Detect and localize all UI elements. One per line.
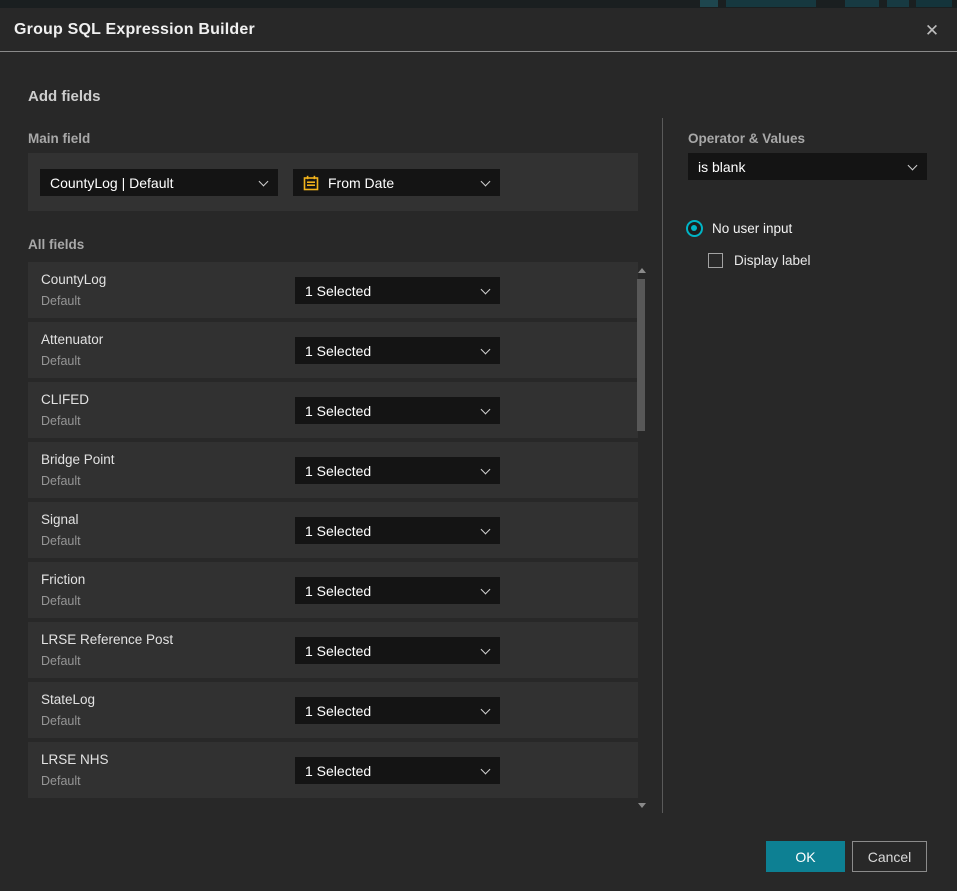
ok-button[interactable]: OK (766, 841, 845, 872)
operator-values-label: Operator & Values (688, 131, 805, 146)
dialog-footer: OK Cancel (0, 833, 957, 881)
field-name: LRSE NHS (41, 752, 109, 767)
field-selected-dropdown[interactable]: 1 Selected (295, 517, 500, 544)
field-name: CLIFED (41, 392, 89, 407)
field-subtype: Default (41, 534, 81, 548)
field-selected-value: 1 Selected (305, 583, 371, 599)
field-row: LRSE Reference Post Default 1 Selected (28, 622, 638, 678)
chevron-down-icon (481, 464, 491, 474)
scroll-up-icon[interactable] (638, 268, 646, 273)
background-app-fragment (700, 0, 718, 7)
field-selected-value: 1 Selected (305, 343, 371, 359)
group-sql-expression-builder-dialog: Group SQL Expression Builder ✕ Add field… (0, 8, 957, 891)
field-row: LRSE NHS Default 1 Selected (28, 742, 638, 798)
chevron-down-icon (481, 704, 491, 714)
field-selected-value: 1 Selected (305, 523, 371, 539)
field-name: Bridge Point (41, 452, 115, 467)
field-name: Friction (41, 572, 85, 587)
field-row: CLIFED Default 1 Selected (28, 382, 638, 438)
field-subtype: Default (41, 714, 81, 728)
field-name: CountyLog (41, 272, 106, 287)
field-subtype: Default (41, 354, 81, 368)
field-row: Attenuator Default 1 Selected (28, 322, 638, 378)
checkbox-label: Display label (734, 253, 811, 268)
field-subtype: Default (41, 594, 81, 608)
field-subtype: Default (41, 654, 81, 668)
chevron-down-icon (481, 404, 491, 414)
radio-icon (686, 220, 703, 237)
field-subtype: Default (41, 294, 81, 308)
field-selected-dropdown[interactable]: 1 Selected (295, 757, 500, 784)
field-selected-dropdown[interactable]: 1 Selected (295, 697, 500, 724)
chevron-down-icon (481, 524, 491, 534)
chevron-down-icon (481, 644, 491, 654)
main-field-panel: CountyLog | Default From Date (28, 153, 638, 211)
background-app-fragment (916, 0, 952, 7)
field-selected-dropdown[interactable]: 1 Selected (295, 337, 500, 364)
column-divider (662, 118, 663, 813)
chevron-down-icon (908, 160, 918, 170)
operator-select[interactable]: is blank (688, 153, 927, 180)
chevron-down-icon (481, 284, 491, 294)
chevron-down-icon (481, 344, 491, 354)
field-row: Bridge Point Default 1 Selected (28, 442, 638, 498)
all-fields-list: CountyLog Default 1 Selected Attenuator … (28, 262, 638, 806)
scroll-down-icon[interactable] (638, 803, 646, 808)
chevron-down-icon (481, 176, 491, 186)
field-selected-value: 1 Selected (305, 463, 371, 479)
field-row: Signal Default 1 Selected (28, 502, 638, 558)
layer-select[interactable]: CountyLog | Default (40, 169, 278, 196)
add-fields-heading: Add fields (28, 88, 101, 105)
field-row: CountyLog Default 1 Selected (28, 262, 638, 318)
background-app-fragment (845, 0, 879, 7)
dialog-header: Group SQL Expression Builder ✕ (0, 8, 957, 52)
field-name: StateLog (41, 692, 95, 707)
field-row: StateLog Default 1 Selected (28, 682, 638, 738)
checkbox-icon (708, 253, 723, 268)
field-selected-dropdown[interactable]: 1 Selected (295, 457, 500, 484)
radio-label: No user input (712, 221, 792, 236)
field-subtype: Default (41, 414, 81, 428)
field-selected-dropdown[interactable]: 1 Selected (295, 277, 500, 304)
chevron-down-icon (481, 764, 491, 774)
field-name: LRSE Reference Post (41, 632, 173, 647)
scrollbar-thumb[interactable] (637, 279, 645, 431)
display-label-checkbox[interactable]: Display label (708, 253, 811, 268)
layer-select-value: CountyLog | Default (50, 175, 174, 191)
field-row: Friction Default 1 Selected (28, 562, 638, 618)
field-selected-value: 1 Selected (305, 703, 371, 719)
field-selected-dropdown[interactable]: 1 Selected (295, 397, 500, 424)
field-selected-dropdown[interactable]: 1 Selected (295, 637, 500, 664)
field-subtype: Default (41, 774, 81, 788)
field-selected-value: 1 Selected (305, 643, 371, 659)
field-name: Signal (41, 512, 79, 527)
cancel-button[interactable]: Cancel (852, 841, 927, 872)
background-app-fragment (887, 0, 909, 7)
main-field-select[interactable]: From Date (293, 169, 500, 196)
all-fields-label: All fields (28, 237, 84, 252)
chevron-down-icon (259, 176, 269, 186)
main-field-select-value: From Date (328, 175, 394, 191)
close-icon[interactable]: ✕ (921, 19, 943, 41)
field-selected-dropdown[interactable]: 1 Selected (295, 577, 500, 604)
background-app-strip (0, 0, 957, 8)
operator-select-value: is blank (698, 159, 745, 175)
field-selected-value: 1 Selected (305, 403, 371, 419)
dialog-title: Group SQL Expression Builder (14, 21, 255, 39)
main-field-label: Main field (28, 131, 90, 146)
field-subtype: Default (41, 474, 81, 488)
field-selected-value: 1 Selected (305, 283, 371, 299)
fields-list-scrollbar[interactable] (636, 262, 648, 810)
calendar-icon (303, 175, 319, 191)
no-user-input-radio[interactable]: No user input (686, 220, 792, 237)
background-app-fragment (726, 0, 816, 7)
field-name: Attenuator (41, 332, 103, 347)
chevron-down-icon (481, 584, 491, 594)
field-selected-value: 1 Selected (305, 763, 371, 779)
